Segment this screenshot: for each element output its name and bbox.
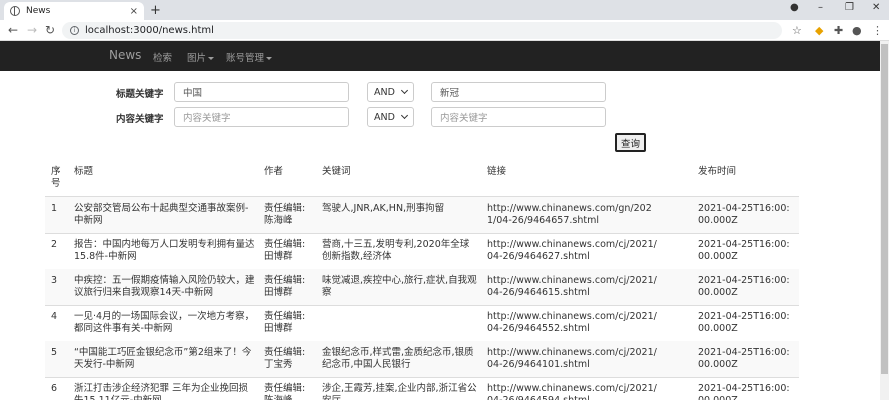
content-keyword-input-1[interactable]: 内容关键字	[174, 107, 349, 127]
caret-down-icon	[266, 57, 273, 60]
cell-time: 2021-04-25T16:00:00.000Z	[698, 347, 790, 370]
cell-index: 1	[51, 203, 58, 214]
title-keyword-input-1[interactable]: 中国	[174, 82, 349, 102]
page-scrollbar-thumb[interactable]	[881, 44, 888, 374]
cell-time: 2021-04-25T16:00:00.000Z	[698, 383, 790, 400]
browser-tab-bar: News × + ● – ❐ ✕	[0, 0, 889, 20]
cell-author: 责任编辑:田博群	[264, 239, 306, 262]
nav-images-dropdown[interactable]: 图片	[187, 50, 215, 64]
reload-icon[interactable]: ↻	[45, 23, 55, 37]
bookmark-star-icon[interactable]: ☆	[792, 24, 802, 37]
info-icon[interactable]: i	[70, 26, 79, 35]
cell-link[interactable]: http://www.chinanews.com/cj/2021/04-26/9…	[487, 311, 657, 335]
url-text: localhost:3000/news.html	[85, 25, 214, 36]
cell-title: 中疾控：五一假期疫情输入风险仍较大，建议旅行归来自我观察14天-中新网	[74, 275, 255, 298]
cell-time: 2021-04-25T16:00:00.000Z	[698, 239, 790, 262]
cell-keywords: 营商,十三五,发明专利,2020年全球创新指数,经济体	[322, 239, 470, 262]
column-header-author: 作者	[264, 166, 284, 177]
globe-icon	[10, 6, 20, 16]
cell-title: 一见·4月的一场国际会议，一次地方考察，都同这件事有关-中新网	[74, 311, 255, 334]
cell-link[interactable]: http://www.chinanews.com/cj/2021/04-26/9…	[487, 383, 657, 400]
cell-link[interactable]: http://www.chinanews.com/cj/2021/04-26/9…	[487, 239, 657, 263]
chevron-down-icon	[400, 111, 409, 120]
minimize-icon[interactable]: –	[818, 2, 823, 13]
brand-link[interactable]: News	[109, 48, 141, 62]
title-keyword-label: 标题关键字	[116, 89, 164, 100]
cell-author: 责任编辑:丁宝秀	[264, 347, 306, 370]
browser-tab[interactable]: News ×	[4, 2, 144, 20]
caret-down-icon	[208, 57, 215, 60]
cell-link[interactable]: http://www.chinanews.com/gn/2021/04-26/9…	[487, 203, 657, 227]
cell-author: 责任编辑:田博群	[264, 275, 306, 298]
tab-title: News	[26, 6, 51, 16]
content-operator-value: AND	[374, 111, 395, 123]
cell-index: 5	[51, 347, 58, 358]
extension-icon[interactable]: ◆	[815, 24, 823, 37]
title-keyword-input-2[interactable]: 新冠	[431, 82, 606, 102]
nav-images-label: 图片	[187, 53, 207, 64]
cell-author: 责任编辑:陈海峰	[264, 203, 306, 226]
puzzle-icon[interactable]: ✚	[834, 24, 843, 37]
cell-title: 公安部交管局公布十起典型交通事故案例-中新网	[74, 203, 249, 226]
cell-keywords: 金银纪念币,样式雷,金质纪念币,银质纪念币,中国人民银行	[322, 347, 474, 370]
cell-author: 责任编辑:田博群	[264, 311, 306, 334]
column-header-title: 标题	[74, 166, 94, 177]
forward-icon[interactable]: →	[27, 23, 37, 37]
maximize-icon[interactable]: ❐	[845, 2, 854, 13]
search-button[interactable]: 查询	[615, 133, 646, 152]
cell-time: 2021-04-25T16:00:00.000Z	[698, 311, 790, 334]
cell-index: 2	[51, 239, 58, 250]
window-close-icon[interactable]: ✕	[872, 2, 880, 13]
column-header-index: 序号	[51, 166, 61, 189]
content-keyword-input-2[interactable]: 内容关键字	[431, 107, 606, 127]
cell-keywords: 涉企,王霞芳,挂案,企业内部,浙江省公安厅	[322, 383, 477, 400]
title-operator-value: AND	[374, 86, 395, 98]
address-bar-row: ← → ↻ i localhost:3000/news.html ☆ ◆ ✚ ●…	[0, 20, 889, 41]
cell-link[interactable]: http://www.chinanews.com/cj/2021/04-26/9…	[487, 275, 657, 299]
column-header-keywords: 关键词	[322, 166, 351, 177]
column-header-link: 链接	[487, 166, 507, 177]
profile-icon[interactable]: ●	[852, 24, 862, 37]
cell-title: 浙江打击涉企经济犯罪 三年为企业挽回损失15.11亿元-中新网	[74, 383, 249, 400]
cell-title: “中国能工巧匠金银纪念币”第2组来了！今天发行-中新网	[74, 347, 252, 370]
cell-link[interactable]: http://www.chinanews.com/cj/2021/04-26/9…	[487, 347, 657, 371]
cell-time: 2021-04-25T16:00:00.000Z	[698, 203, 790, 226]
cell-index: 6	[51, 383, 58, 394]
tab-close-icon[interactable]: ×	[130, 6, 138, 17]
cell-keywords: 驾驶人,JNR,AK,HN,刑事拘留	[322, 203, 445, 214]
cell-title: 报告：中国内地每万人口发明专利拥有量达15.8件-中新网	[74, 239, 255, 262]
cell-time: 2021-04-25T16:00:00.000Z	[698, 275, 790, 298]
menu-kebab-icon[interactable]: ⋮	[872, 24, 883, 37]
nav-search-link[interactable]: 检索	[153, 50, 172, 64]
chevron-down-icon	[400, 86, 409, 95]
cell-author: 责任编辑:陈海峰	[264, 383, 306, 400]
site-navbar: News 检索 图片 账号管理	[0, 41, 880, 71]
record-icon[interactable]: ●	[790, 2, 799, 13]
new-tab-icon[interactable]: +	[150, 3, 161, 18]
nav-account-label: 账号管理	[226, 53, 265, 64]
back-icon[interactable]: ←	[8, 23, 18, 37]
cell-index: 3	[51, 275, 58, 286]
nav-account-dropdown[interactable]: 账号管理	[226, 50, 273, 64]
content-operator-select[interactable]: AND	[367, 107, 414, 127]
cell-index: 4	[51, 311, 58, 322]
cell-keywords: 味觉减退,疾控中心,旅行,症状,自我观察	[322, 275, 477, 298]
content-keyword-label: 内容关键字	[116, 114, 164, 125]
url-field[interactable]: i localhost:3000/news.html	[62, 22, 782, 39]
title-operator-select[interactable]: AND	[367, 82, 414, 102]
column-header-time: 发布时间	[698, 166, 737, 177]
